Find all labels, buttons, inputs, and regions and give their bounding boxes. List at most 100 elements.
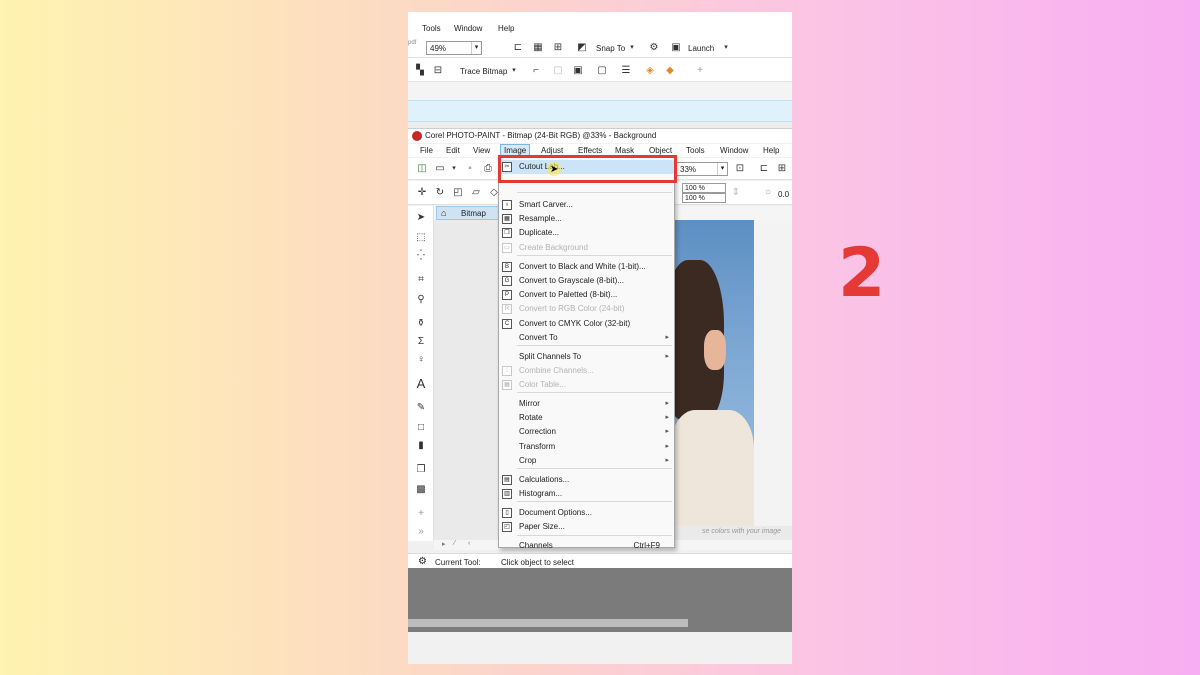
scale-height-field[interactable]: 100 % [682,193,726,203]
menu-mask[interactable]: Mask [615,146,634,155]
step-number: 2 [838,234,886,313]
menu-item-rotate[interactable]: Rotate ▸ [499,411,674,425]
fit-page-icon[interactable]: ⊡ [734,163,746,175]
menu-edit[interactable]: Edit [446,146,460,155]
chevron-down-icon[interactable]: ▾ [448,163,460,175]
zoom-tool-icon[interactable]: ⚲ [415,294,427,306]
menu-item-duplicate[interactable]: ❐ Duplicate... [499,226,674,240]
menu-effects[interactable]: Effects [578,146,602,155]
bitmap-mask-icon[interactable]: ⊟ [432,65,444,77]
menu-item-convert-to-rgb-color-24-bit[interactable]: R Convert to RGB Color (24-bit) [499,302,674,316]
crop-bitmap-icon[interactable]: ⌐ [530,65,542,77]
menu-tools[interactable]: Tools [686,146,705,155]
play-icon[interactable]: ▸ [442,540,446,548]
expand-icon[interactable]: » [415,526,427,538]
menu-item-convert-to-cmyk-color-32-bit[interactable]: C Convert to CMYK Color (32-bit) [499,317,674,331]
menu-view[interactable]: View [473,146,490,155]
print-icon[interactable]: ⎙ [482,163,494,175]
launch-button[interactable]: Launch [688,44,714,53]
menu-item-calculations[interactable]: ▤ Calculations... [499,473,674,487]
menu-adjust[interactable]: Adjust [541,146,563,155]
text-tool-icon[interactable]: A [415,377,427,390]
eyedropper-small-icon[interactable]: ⁄ [454,540,455,547]
text-wrap-icon[interactable]: ☰ [620,65,632,77]
angle-icon[interactable]: ○ [762,187,774,199]
guidelines-icon[interactable]: ⊞ [776,163,788,175]
chevron-down-icon[interactable]: ▾ [508,65,520,77]
menu-item-smart-carver[interactable]: ♁ Smart Carver... [499,198,674,212]
paint-tool-icon[interactable]: ✎ [415,402,427,414]
menu-item-mirror[interactable]: Mirror ▸ [499,397,674,411]
stack-icon[interactable]: ◆ [664,65,676,77]
object-tool-icon[interactable]: ❐ [415,464,427,476]
crop-tool-icon[interactable]: ⌗ [415,274,427,286]
chevron-left-icon[interactable]: ‹ [468,540,470,547]
menu-item-color-table[interactable]: ▦ Color Table... [499,378,674,392]
menu-item-convert-to-black-and-white-1-bit[interactable]: B Convert to Black and White (1-bit)... [499,260,674,274]
resample-icon[interactable]: ▢ [552,65,564,77]
stepper-icon[interactable]: ⇕ [730,187,742,199]
clone-tool-icon[interactable]: ♀ [415,354,427,366]
menu-item-create-background[interactable]: ▭ Create Background [499,241,674,255]
host-menu-tools[interactable]: Tools [422,24,441,33]
rulers-icon[interactable]: ⊏ [512,42,524,54]
scale-width-field[interactable]: 100 % [682,183,726,193]
bitmap-frame-icon[interactable]: ▣ [572,65,584,77]
horizontal-scrollbar[interactable] [408,619,688,627]
mask-transform-icon[interactable]: ⁛ [415,250,427,262]
menu-item-channels[interactable]: Channels Ctrl+F9 [499,539,674,553]
fill-tool-icon[interactable]: ▮ [415,440,427,452]
position-icon[interactable]: ✛ [416,187,428,199]
gear-icon[interactable]: ⚙ [648,42,660,54]
pick-tool-icon[interactable]: ➤ [415,212,427,224]
scale-icon[interactable]: ◰ [452,187,464,199]
menu-help[interactable]: Help [763,146,779,155]
shape-tool-icon[interactable]: □ [415,422,427,434]
snap-to-button[interactable]: Snap To [596,44,625,53]
menu-item-split-channels-to[interactable]: Split Channels To ▸ [499,350,674,364]
layers-icon[interactable]: ◈ [644,65,656,77]
chevron-down-icon[interactable]: ▾ [626,42,638,54]
frame-icon[interactable]: ▢ [596,65,608,77]
menu-item-combine-channels[interactable]: ⁞ Combine Channels... [499,364,674,378]
menu-item-histogram[interactable]: ▥ Histogram... [499,487,674,501]
menu-object[interactable]: Object [649,146,672,155]
rectangle-mask-icon[interactable]: ⬚ [415,232,427,244]
new-document-icon[interactable]: ◫ [416,163,428,175]
menu-window[interactable]: Window [720,146,748,155]
host-menu-help[interactable]: Help [498,24,514,33]
open-folder-icon[interactable]: ▭ [434,163,446,175]
guidelines-icon[interactable]: ⊞ [552,42,564,54]
add-icon[interactable]: + [415,508,427,520]
menu-item-resample[interactable]: ▦ Resample... [499,212,674,226]
menu-item-convert-to[interactable]: Convert To ▸ [499,331,674,345]
chevron-down-icon[interactable]: ▾ [720,42,732,54]
menu-item-transform[interactable]: Transform ▸ [499,440,674,454]
resample-icon: ▦ [502,214,512,224]
snap-icon[interactable]: ◩ [576,42,588,54]
skew-icon[interactable]: ▱ [470,187,482,199]
menu-item-document-options[interactable]: ▯ Document Options... [499,506,674,520]
bitmap-edit-icon[interactable]: ▚ [414,65,426,77]
add-icon[interactable]: + [694,65,706,77]
eyedropper-icon[interactable]: ⚱ [415,318,427,330]
save-icon[interactable]: ▪ [464,163,476,175]
menu-item-correction[interactable]: Correction ▸ [499,425,674,439]
rulers-icon[interactable]: ⊏ [758,163,770,175]
grid-icon[interactable]: ▦ [532,42,544,54]
touchup-icon[interactable]: Σ [415,336,427,348]
checkerboard-icon[interactable]: ▩ [415,484,427,496]
host-zoom-select[interactable]: 49% ▾ [426,41,482,55]
trace-bitmap-button[interactable]: Trace Bitmap [460,67,507,76]
menu-file[interactable]: File [420,146,433,155]
host-menu-window[interactable]: Window [454,24,482,33]
launch-icon[interactable]: ▣ [670,42,682,54]
menu-item-paper-size[interactable]: ◰ Paper Size... [499,520,674,534]
menu-item-convert-to-grayscale-8-bit[interactable]: G Convert to Grayscale (8-bit)... [499,274,674,288]
rotate-icon[interactable]: ↻ [434,187,446,199]
angle-value[interactable]: 0.0 [778,190,789,199]
menu-item-label: Split Channels To [519,352,582,361]
menu-item-convert-to-paletted-8-bit[interactable]: P Convert to Paletted (8-bit)... [499,288,674,302]
menu-item-crop[interactable]: Crop ▸ [499,454,674,468]
pp-zoom-select[interactable]: 33% ▾ [676,162,728,176]
